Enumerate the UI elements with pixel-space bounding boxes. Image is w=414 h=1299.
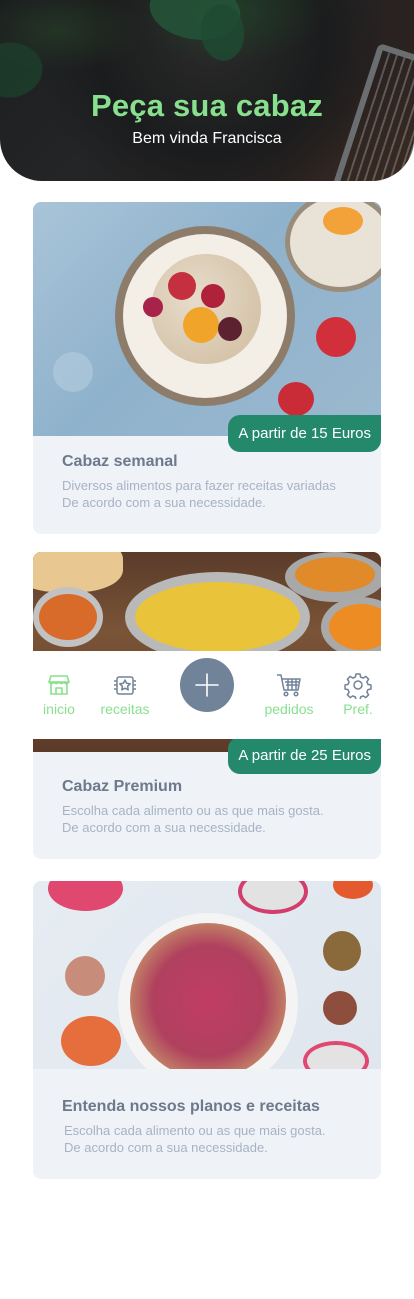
bottom-navigation: inicio receitas pedidos Pref.: [0, 651, 414, 739]
header-banner: Peça sua cabaz Bem vinda Francisca: [0, 0, 414, 181]
page-title: Peça sua cabaz: [90, 88, 323, 123]
nav-item-inicio[interactable]: inicio: [29, 671, 89, 717]
description-line: De acordo com a sua necessidade.: [62, 820, 266, 835]
nav-item-pedidos[interactable]: pedidos: [259, 671, 319, 717]
card-title: Entenda nossos planos e receitas: [62, 1098, 320, 1115]
info-card-plans[interactable]: Entenda nossos planos e receitas Escolha…: [33, 881, 381, 1179]
plus-icon: [195, 673, 219, 697]
description-line: Escolha cada alimento ou as que mais gos…: [64, 1123, 326, 1138]
card-description: Escolha cada alimento ou as que mais gos…: [64, 1122, 374, 1156]
nav-item-preferences[interactable]: Pref.: [328, 671, 388, 717]
card-description: Diversos alimentos para fazer receitas v…: [62, 477, 372, 511]
card-title: Cabaz Premium: [62, 778, 183, 795]
description-line: De acordo com a sua necessidade.: [62, 495, 266, 510]
recipe-book-icon: [114, 676, 136, 695]
nav-label: pedidos: [264, 701, 314, 717]
welcome-subtitle: Bem vinda Francisca: [132, 130, 282, 147]
porridge-bowl-image: [33, 202, 381, 436]
nav-label: inicio: [43, 701, 75, 717]
nav-label: receitas: [100, 701, 150, 717]
nav-label: Pref.: [343, 701, 373, 717]
nav-item-receitas[interactable]: receitas: [95, 671, 155, 717]
plan-card-weekly[interactable]: A partir de 15 Euros Cabaz semanal Diver…: [33, 202, 381, 534]
description-line: Escolha cada alimento ou as que mais gos…: [62, 803, 324, 818]
price-badge: A partir de 15 Euros: [228, 415, 381, 452]
smoothie-bowl-image: [33, 881, 381, 1069]
store-icon: [48, 675, 70, 695]
card-description: Escolha cada alimento ou as que mais gos…: [62, 802, 372, 836]
price-badge: A partir de 25 Euros: [228, 737, 381, 774]
add-order-button[interactable]: [180, 658, 234, 712]
card-title: Cabaz semanal: [62, 453, 178, 470]
gear-icon: [344, 673, 372, 699]
description-line: Diversos alimentos para fazer receitas v…: [62, 478, 336, 493]
shopping-cart-icon: [277, 674, 301, 697]
description-line: De acordo com a sua necessidade.: [64, 1140, 268, 1155]
